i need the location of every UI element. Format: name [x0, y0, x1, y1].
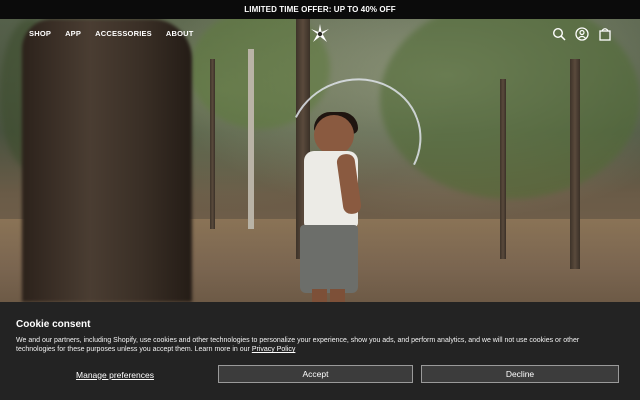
cart-bag-icon[interactable]	[598, 27, 612, 41]
hero-image	[0, 19, 640, 302]
decline-button[interactable]: Decline	[421, 365, 619, 383]
main-nav: SHOP APP ACCESSORIES ABOUT	[29, 29, 208, 38]
star-burst-logo-icon[interactable]	[309, 23, 331, 45]
tree-trunk	[248, 49, 254, 229]
cookie-body: We and our partners, including Shopify, …	[16, 336, 620, 354]
cookie-title: Cookie consent	[16, 319, 91, 330]
search-icon[interactable]	[552, 27, 566, 41]
account-icon[interactable]	[575, 27, 589, 41]
accept-button[interactable]: Accept	[218, 365, 413, 383]
nav-accessories[interactable]: ACCESSORIES	[95, 29, 152, 38]
manage-preferences-link[interactable]: Manage preferences	[16, 365, 214, 384]
announcement-text: LIMITED TIME OFFER: UP TO 40% OFF	[244, 5, 396, 14]
header-icons	[552, 27, 612, 41]
site-header: SHOP APP ACCESSORIES ABOUT	[0, 19, 640, 49]
nav-app[interactable]: APP	[65, 29, 81, 38]
person-shorts	[300, 225, 358, 293]
person-head	[314, 115, 354, 155]
announcement-bar: LIMITED TIME OFFER: UP TO 40% OFF	[0, 0, 640, 19]
cookie-body-text: We and our partners, including Shopify, …	[16, 337, 580, 353]
person-leg	[312, 289, 327, 302]
person-leg	[330, 289, 345, 302]
tree-trunk	[500, 79, 506, 259]
nav-about[interactable]: ABOUT	[166, 29, 194, 38]
tree-trunk	[570, 59, 580, 269]
tree-trunk	[210, 59, 215, 229]
foreground-tree-trunk	[22, 19, 192, 302]
cookie-consent-banner: Cookie consent We and our partners, incl…	[0, 302, 640, 400]
nav-shop[interactable]: SHOP	[29, 29, 51, 38]
privacy-policy-link[interactable]: Privacy Policy	[252, 346, 296, 353]
